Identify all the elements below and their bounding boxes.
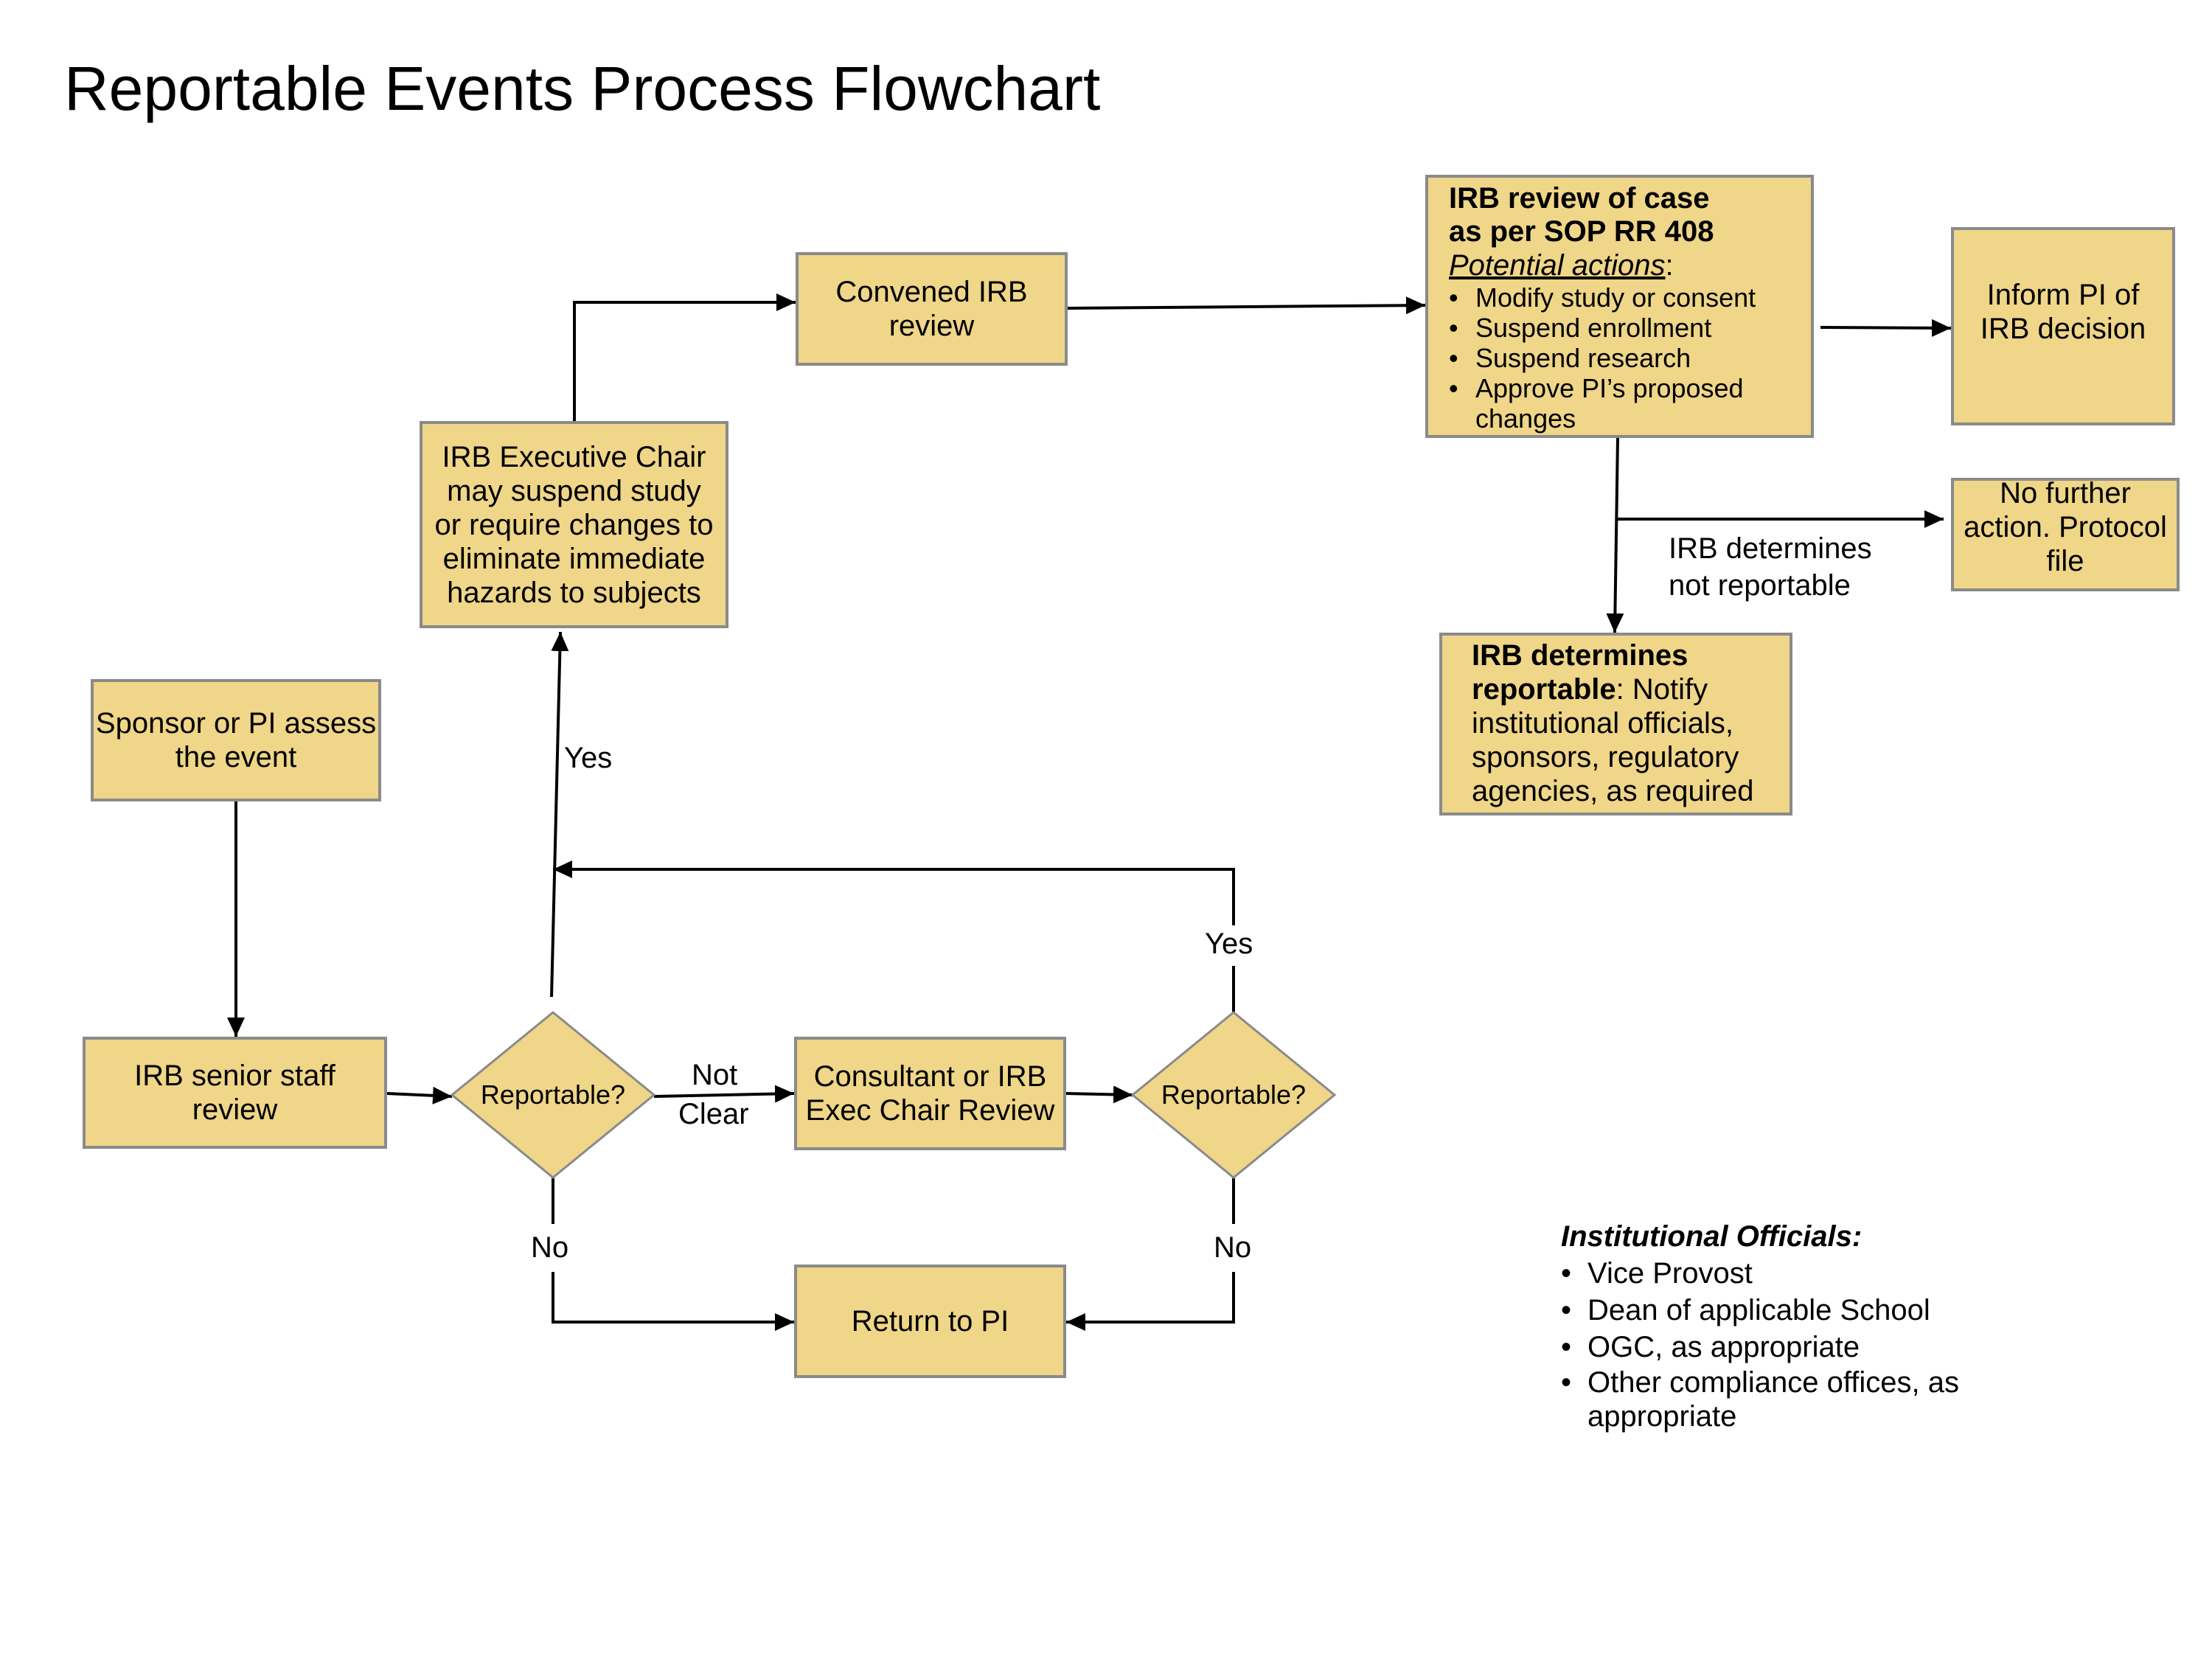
- action-item: Approve PI’s proposed changes: [1449, 373, 1811, 434]
- edge-exec-convened: [573, 293, 796, 421]
- irb-review-title-1: IRB review of case: [1449, 182, 1710, 215]
- edge-consultant-decision2: [1065, 1085, 1133, 1104]
- irb-review-box: IRB review of case as per SOP RR 408 Pot…: [1425, 175, 1814, 438]
- convened-irb-box: Convened IRB review: [796, 252, 1068, 366]
- senior-staff-review-box: IRB senior staff review: [83, 1037, 387, 1149]
- irb-reportable-box: IRB determines reportable: Notify instit…: [1439, 633, 1792, 815]
- no-label-2: No: [1214, 1231, 1252, 1264]
- return-to-pi-box: Return to PI: [794, 1265, 1066, 1378]
- decision1-label: Reportable?: [480, 1079, 626, 1110]
- sponsor-assess-box: Sponsor or PI assess the event: [91, 679, 381, 801]
- potential-actions-label: Potential actions: [1449, 249, 1666, 282]
- edge-review-reportable: [1606, 437, 1624, 633]
- official-item: Other compliance offices, as appropriate: [1561, 1366, 2000, 1433]
- no-label-1: No: [531, 1231, 569, 1264]
- not-clear-label-2: Clear: [678, 1098, 749, 1130]
- not-clear-label-1: Not: [692, 1059, 738, 1091]
- edge-decision1-yes: [550, 631, 569, 998]
- official-item: Dean of applicable School: [1561, 1292, 2000, 1329]
- consultant-review-box: Consultant or IRB Exec Chair Review: [794, 1037, 1066, 1150]
- exec-chair-box: IRB Executive Chair may suspend study or…: [420, 421, 728, 628]
- inform-pi-box: Inform PI of IRB decision: [1951, 227, 2175, 425]
- yes-label-2: Yes: [1205, 928, 1253, 960]
- not-reportable-label-1: IRB determines: [1669, 532, 1872, 565]
- irb-review-title-2: as per SOP RR 408: [1449, 215, 1714, 248]
- edge-senior-decision1: [386, 1086, 453, 1105]
- edge-review-inform: [1820, 319, 1952, 337]
- edge-convened-review: [1067, 296, 1426, 315]
- institutional-officials: Institutional Officials: Vice Provost De…: [1561, 1218, 2000, 1433]
- edge-decision2-yes: [553, 869, 1235, 1012]
- actions-list: Modify study or consent Suspend enrollme…: [1449, 282, 1811, 434]
- action-item: Suspend enrollment: [1449, 313, 1811, 343]
- action-item: Suspend research: [1449, 343, 1811, 373]
- action-item: Modify study or consent: [1449, 282, 1811, 313]
- edge-decision2-no: [1066, 1178, 1235, 1322]
- official-item: Vice Provost: [1561, 1255, 2000, 1292]
- edge-decision1-no: [552, 1178, 794, 1322]
- yes-label-1: Yes: [564, 742, 613, 774]
- official-item: OGC, as appropriate: [1561, 1329, 2000, 1366]
- not-reportable-label-2: not reportable: [1669, 569, 1851, 602]
- decision2-label: Reportable?: [1161, 1079, 1307, 1110]
- no-further-action-box: No further action. Protocol file: [1951, 477, 2180, 591]
- institutional-officials-heading: Institutional Officials:: [1561, 1220, 1863, 1253]
